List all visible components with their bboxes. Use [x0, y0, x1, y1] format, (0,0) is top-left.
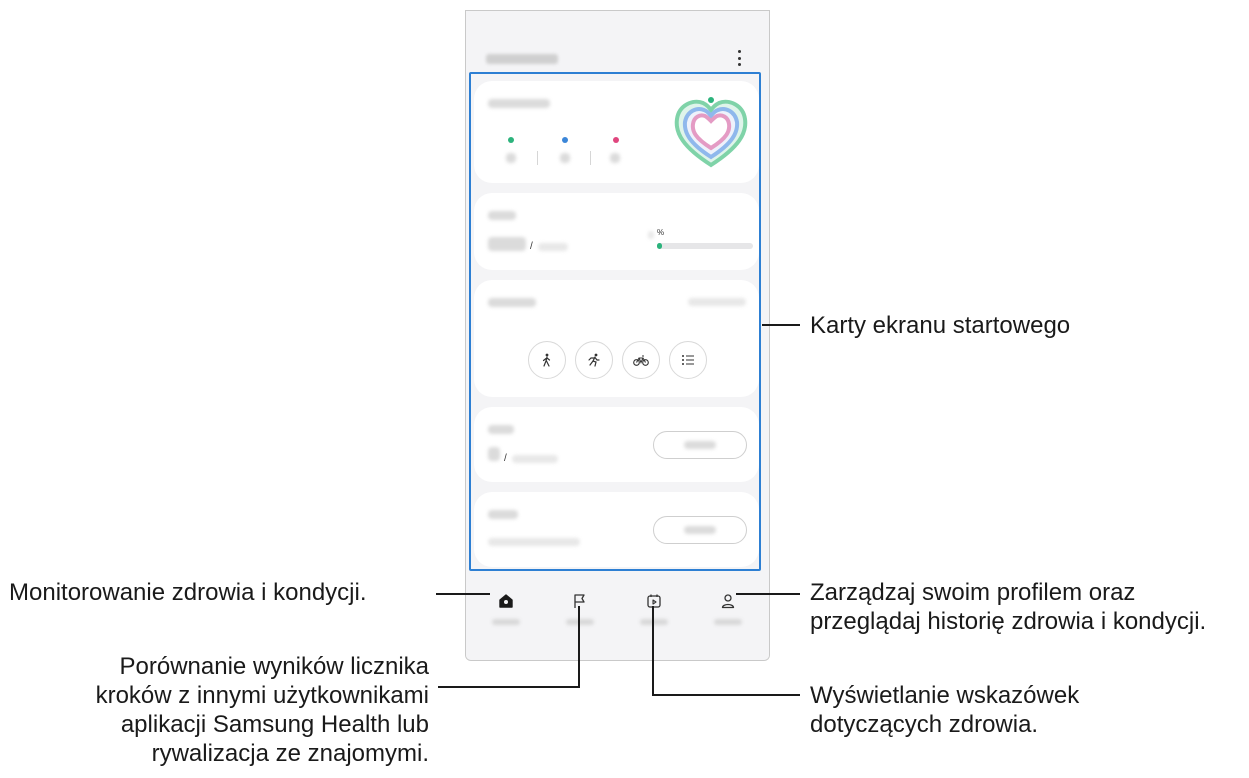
annotation-together-line4: rywalizacja ze znajomymi. — [151, 740, 429, 767]
home-icon — [499, 594, 513, 608]
person-icon — [721, 594, 735, 609]
home-cards-highlight — [469, 72, 761, 571]
callout-line-fitness-h — [652, 694, 800, 696]
annotation-fitness-line1: Wyświetlanie wskazówek — [810, 682, 1080, 709]
nav-tab-label — [714, 619, 742, 625]
annotation-home-tab: Monitorowanie zdrowia i kondycji. — [9, 579, 367, 606]
annotation-fitness-line2: dotyczących zdrowia. — [810, 711, 1039, 738]
phone-screen: / % / — [465, 10, 770, 661]
nav-tab-fitness[interactable] — [634, 593, 674, 643]
callout-line-together-h — [438, 686, 580, 688]
callout-line-profile — [736, 593, 800, 595]
nav-tab-label — [640, 619, 668, 625]
annotation-together-line2: kroków z innymi użytkownikami — [95, 682, 429, 709]
play-calendar-icon — [647, 594, 661, 608]
callout-line-home — [436, 593, 490, 595]
nav-tab-together[interactable] — [560, 593, 600, 643]
annotation-profile-tab-line1: Zarządzaj swoim profilem oraz — [810, 579, 1136, 606]
nav-tab-label — [492, 619, 520, 625]
flag-icon — [574, 594, 585, 608]
annotation-home-cards: Karty ekranu startowego — [810, 312, 1071, 339]
nav-tab-my-page[interactable] — [708, 593, 748, 643]
callout-line-together-v — [578, 606, 580, 688]
app-title — [486, 54, 558, 64]
callout-line-fitness-v — [652, 606, 654, 696]
callout-line-cards — [762, 324, 800, 326]
more-vertical-icon[interactable] — [734, 50, 744, 66]
nav-tab-label — [566, 619, 594, 625]
nav-tab-home[interactable] — [486, 593, 526, 643]
annotation-profile-tab-line2: przeglądaj historię zdrowia i kondycji. — [810, 608, 1207, 635]
bottom-navigation — [466, 585, 769, 660]
phone-frame-edge — [466, 10, 769, 11]
annotation-together-line1: Porównanie wyników licznika — [119, 653, 429, 680]
annotation-together-line3: aplikacji Samsung Health lub — [120, 711, 429, 738]
